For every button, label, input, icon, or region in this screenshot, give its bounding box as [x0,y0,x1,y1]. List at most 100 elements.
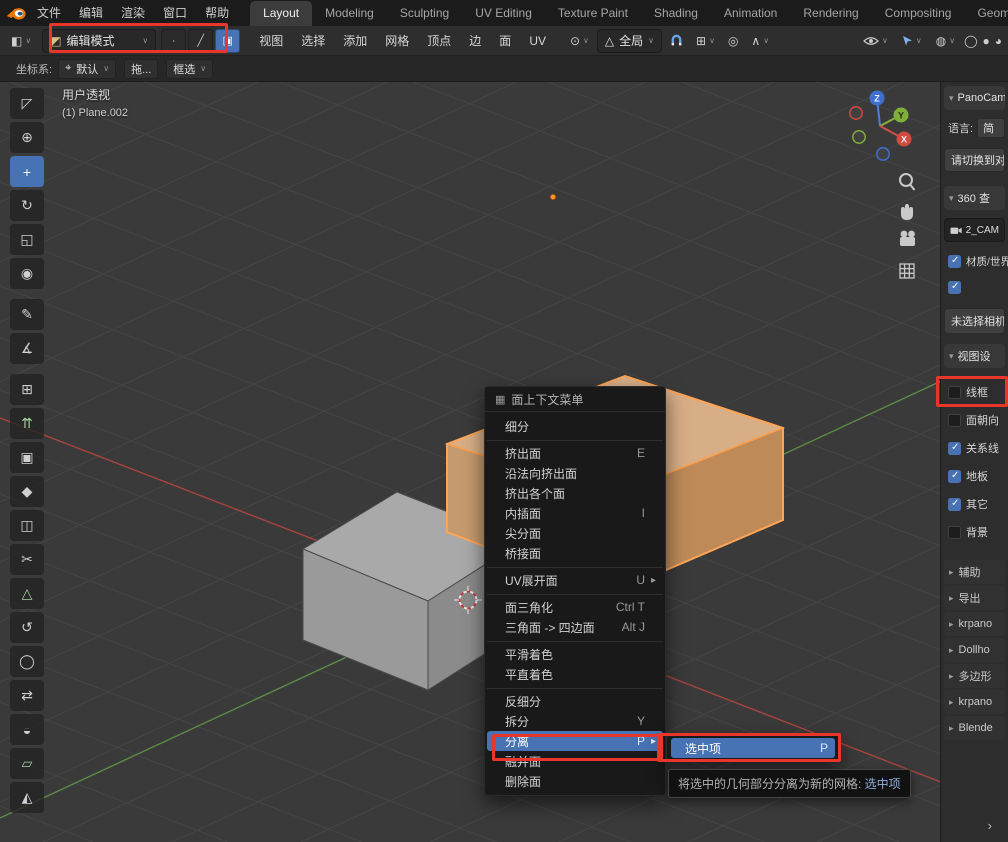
tool-button[interactable]: ◉ [10,258,44,289]
collapsed-section-header[interactable]: krpano [944,612,1005,636]
gizmo-neg-z-axis[interactable] [877,148,889,160]
collapsed-section-header[interactable]: 多边形 [944,664,1005,688]
collapsed-section-header[interactable]: 导出 [944,586,1005,610]
viewport-menu-item[interactable]: 网格 [376,26,418,56]
select-mode-toggle[interactable]: ∙ [161,29,186,53]
pan-hand-button[interactable] [901,204,913,220]
view360-section-header[interactable]: 360 查 [944,186,1005,210]
shading-material-icon[interactable]: ◕ [995,34,1002,48]
workspace-tab[interactable]: Shading [641,1,711,26]
visibility-button[interactable]: ∨ [858,29,893,53]
workspace-tab[interactable]: Animation [711,1,790,26]
tool-button[interactable]: ▱ [10,748,44,779]
context-menu-item[interactable]: 分离 P ▸ [487,731,663,751]
collapsed-section-header[interactable]: krpano [944,690,1005,714]
no-camera-button[interactable]: 未选择相机 [944,308,1005,334]
collapsed-section-header[interactable]: Blende [944,716,1005,740]
context-menu-item[interactable]: 内插面 I [487,503,663,523]
select-tool-dropdown[interactable]: 框选 ∨ [166,59,213,79]
context-menu-item[interactable]: 桥接面 [487,543,663,563]
editor-type-button[interactable]: ◧ ∨ [6,29,36,53]
tool-button[interactable]: ◭ [10,782,44,813]
unlabeled-checkbox[interactable] [941,274,1008,300]
context-menu-item[interactable]: 融并面 [487,751,663,771]
viewport-menu-item[interactable]: 顶点 [418,26,460,56]
viewport-settings-header[interactable]: 视图设 [944,344,1005,368]
tool-button[interactable]: + [10,156,44,187]
workspace-tab[interactable]: Geometry Nodes [964,1,1008,26]
workspace-tab[interactable]: Texture Paint [545,1,641,26]
mode-dropdown[interactable]: ◩ 编辑模式 ∨ [42,29,156,53]
workspace-tab[interactable]: Layout [250,1,312,26]
context-menu-item[interactable]: 尖分面 [487,523,663,543]
coord-system-dropdown[interactable]: ⌖ 默认 ∨ [58,59,116,79]
falloff-button[interactable]: ∧ ∨ [746,29,774,53]
tool-button[interactable]: ◸ [10,88,44,119]
gizmo-neg-x-axis[interactable] [850,107,862,119]
blender-logo-icon[interactable] [6,4,26,22]
viewport-menu-item[interactable]: 面 [490,26,520,56]
menubar-item[interactable]: 文件 [28,0,70,26]
tool-button[interactable]: ⇄ [10,680,44,711]
shading-solid-icon[interactable]: ● [983,34,990,48]
tool-button[interactable]: ↻ [10,190,44,221]
menubar-item[interactable]: 窗口 [154,0,196,26]
workspace-tab[interactable]: Modeling [312,1,387,26]
tool-button[interactable]: ◆ [10,476,44,507]
submenu-item[interactable]: 选中项 P [671,738,835,758]
setting-checkbox-row[interactable]: 面朝向 [941,406,1008,434]
setting-checkbox-row[interactable]: 线框 [941,378,1008,406]
snap-toggle-button[interactable] [665,29,688,53]
collapsed-section-header[interactable]: Dollho [944,638,1005,662]
select-mode-toggle[interactable]: ▣ [215,29,240,53]
collapsed-section-header[interactable]: 辅助 [944,560,1005,584]
pivot-point-button[interactable]: ⊙ ∨ [565,29,594,53]
tool-button[interactable]: ◯ [10,646,44,677]
overlays-button[interactable]: ◍ ∨ [931,29,960,53]
viewport-menu-item[interactable]: UV [520,26,555,56]
tool-button[interactable]: △ [10,578,44,609]
tool-button[interactable]: ▣ [10,442,44,473]
viewport-menu-item[interactable]: 选择 [292,26,334,56]
tool-button[interactable]: ⊞ [10,374,44,405]
context-menu-item[interactable]: 沿法向挤出面 [487,463,663,483]
language-dropdown[interactable]: 简 [977,118,1005,138]
proportional-edit-button[interactable]: ◎ [723,29,743,53]
context-menu-item[interactable]: 平滑着色 [487,641,663,664]
context-menu-item[interactable]: 面三角化 Ctrl T [487,594,663,617]
zoom-button[interactable] [900,174,915,190]
workspace-tab[interactable]: Rendering [790,1,871,26]
workspace-tab[interactable]: UV Editing [462,1,545,26]
tool-button[interactable]: ✂ [10,544,44,575]
select-mode-toggle[interactable]: ╱ [188,29,213,53]
shading-wireframe-icon[interactable]: ◯ [964,34,977,48]
material-world-checkbox[interactable]: 材质/世界 [941,248,1008,274]
context-menu-item[interactable]: UV展开面 U ▸ [487,567,663,590]
context-menu-item[interactable]: 反细分 [487,688,663,711]
viewport-menu-item[interactable]: 添加 [334,26,376,56]
tool-button[interactable]: ∡ [10,333,44,364]
panocam-section-header[interactable]: PanoCam [944,86,1005,110]
setting-checkbox-row[interactable]: 地板 [941,462,1008,490]
context-menu-item[interactable]: 删除面 [487,771,663,791]
drag-button[interactable]: 拖... [124,59,158,79]
tool-button[interactable]: ⇈ [10,408,44,439]
workspace-tab[interactable]: Compositing [872,1,965,26]
camera-view-button[interactable] [900,231,915,246]
tool-button[interactable]: ✎ [10,299,44,330]
menubar-item[interactable]: 编辑 [70,0,112,26]
setting-checkbox-row[interactable]: 其它 [941,490,1008,518]
gizmos-button[interactable]: ∨ [897,29,927,53]
gizmo-neg-y-axis[interactable] [853,131,865,143]
orientation-dropdown[interactable]: △ 全局 ∨ [597,29,662,53]
snap-with-button[interactable]: ⊞ ∨ [691,29,720,53]
context-menu-item[interactable]: 挤出各个面 [487,483,663,503]
context-menu-item[interactable]: 平直着色 [487,664,663,684]
navigation-gizmo[interactable]: Z Y X [850,91,912,161]
tool-button[interactable]: ◒ [10,714,44,745]
tool-button[interactable]: ⊕ [10,122,44,153]
context-menu-item[interactable]: 拆分 Y [487,711,663,731]
menubar-item[interactable]: 帮助 [196,0,238,26]
camera-dropdown[interactable]: 2_CAM [944,218,1005,242]
menubar-item[interactable]: 渲染 [112,0,154,26]
